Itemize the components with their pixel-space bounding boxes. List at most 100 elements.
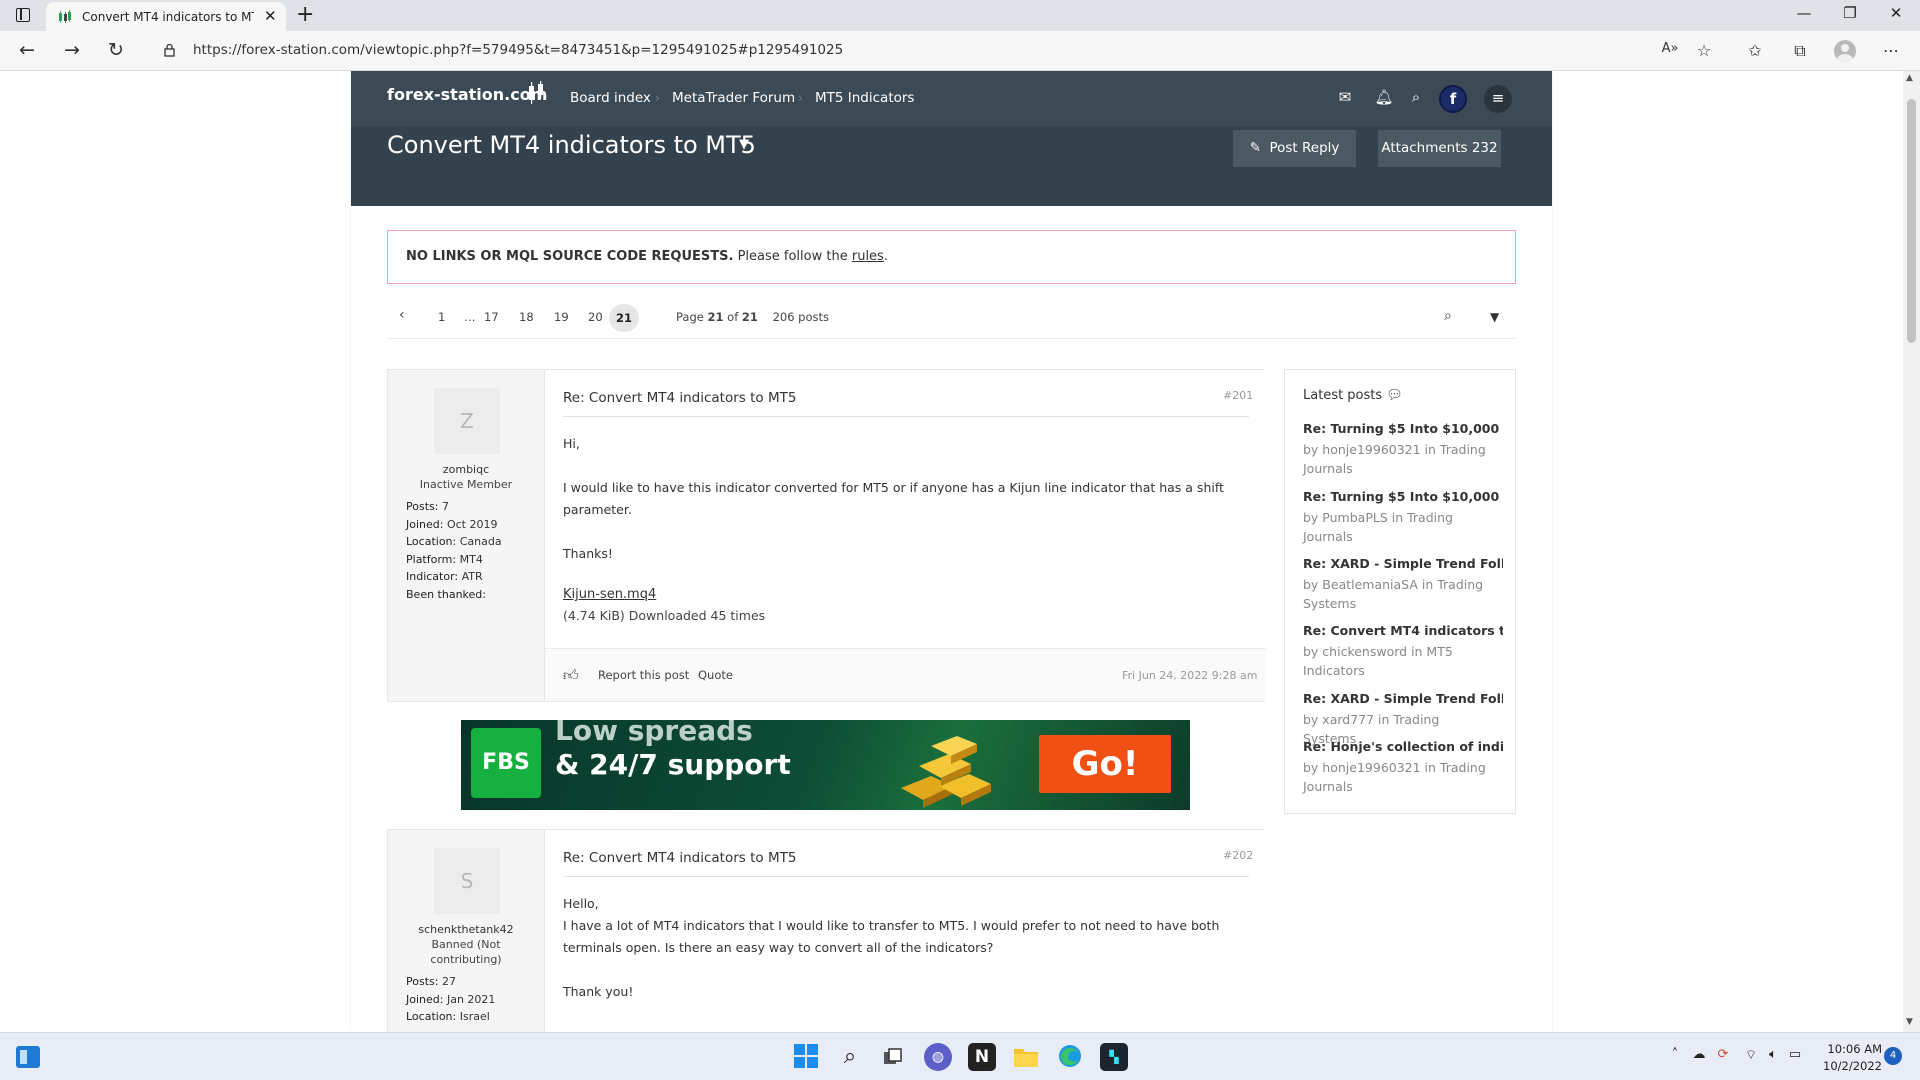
avatar[interactable]: S bbox=[434, 848, 500, 914]
onedrive-icon[interactable]: ☁︎ bbox=[1690, 1047, 1708, 1062]
search-topic-icon[interactable]: ⌕ bbox=[1444, 308, 1452, 324]
envelope-icon[interactable]: ✉ bbox=[1335, 88, 1355, 106]
fbs-ad-banner[interactable]: FBS Low spreads & 24/7 support Go! bbox=[461, 720, 1190, 810]
post-title[interactable]: Re: Convert MT4 indicators to MT5 bbox=[563, 850, 796, 866]
battery-icon[interactable]: ▭ bbox=[1786, 1047, 1804, 1062]
latest-post-link[interactable]: Re: Turning $5 Into $10,000 I... bbox=[1303, 421, 1503, 436]
ad-go-button[interactable]: Go! bbox=[1039, 735, 1171, 793]
nav-mt5-indicators[interactable]: MT5 Indicators bbox=[815, 90, 914, 106]
post-date: Fri Jun 24, 2022 9:28 am bbox=[1122, 669, 1258, 682]
filter-icon[interactable]: ▼ bbox=[1490, 310, 1499, 324]
notice-bold: NO LINKS OR MQL SOURCE CODE REQUESTS. bbox=[406, 249, 734, 264]
task-view-icon[interactable] bbox=[878, 1043, 906, 1071]
edge-browser-icon[interactable] bbox=[1056, 1043, 1084, 1071]
post-text-line: I would like to have this indicator conv… bbox=[563, 480, 1224, 495]
thumbs-up-icon[interactable]: 👍︎ bbox=[563, 666, 579, 685]
quote-link[interactable]: Quote bbox=[698, 668, 733, 682]
latest-post-meta: by PumbaPLS in Trading Journals bbox=[1303, 510, 1453, 544]
favorites-icon[interactable]: ✩ bbox=[1744, 41, 1766, 60]
latest-post-link[interactable]: Re: XARD - Simple Trend Foll... bbox=[1303, 691, 1503, 706]
page-link-17[interactable]: 17 bbox=[484, 310, 499, 324]
scroll-down-icon[interactable]: ▼ bbox=[1906, 1017, 1913, 1027]
lock-icon[interactable] bbox=[164, 43, 175, 57]
scroll-up-icon[interactable]: ▲ bbox=[1906, 73, 1913, 83]
post-title[interactable]: Re: Convert MT4 indicators to MT5 bbox=[563, 390, 796, 406]
post-text-line: Hi, bbox=[563, 436, 580, 451]
update-icon[interactable]: ⟳ bbox=[1714, 1047, 1732, 1062]
latest-post-link[interactable]: Re: Turning $5 Into $10,000 I... bbox=[1303, 489, 1503, 504]
page-link-1[interactable]: 1 bbox=[438, 310, 445, 324]
add-favorite-icon[interactable]: ☆ bbox=[1693, 41, 1715, 60]
field-value[interactable]: 27 bbox=[442, 975, 456, 988]
close-tab-icon[interactable]: ✕ bbox=[264, 7, 277, 25]
clock-time[interactable]: 10:06 AM bbox=[1810, 1042, 1882, 1056]
notification-badge[interactable]: 4 bbox=[1884, 1047, 1902, 1065]
bell-icon[interactable]: 🔔︎ bbox=[1374, 88, 1394, 106]
site-logo[interactable]: forex-station.com bbox=[387, 85, 547, 104]
attachment-meta: (4.74 KiB) Downloaded 45 times bbox=[563, 608, 766, 623]
field-label: Joined: bbox=[406, 518, 444, 531]
read-aloud-icon[interactable]: A» bbox=[1659, 41, 1681, 56]
breadcrumb-separator: › bbox=[655, 91, 660, 105]
search-icon[interactable]: ⌕ bbox=[1406, 88, 1426, 106]
latest-post-link[interactable]: Re: XARD - Simple Trend Foll... bbox=[1303, 556, 1503, 571]
scroll-thumb[interactable] bbox=[1907, 99, 1916, 343]
latest-post-link[interactable]: Re: Honje's collection of indic... bbox=[1303, 739, 1503, 754]
post-reply-button[interactable]: ✎ Post Reply bbox=[1233, 130, 1356, 167]
topic-dropdown-icon[interactable]: ▼ bbox=[739, 137, 749, 152]
widgets-icon[interactable] bbox=[16, 1046, 40, 1068]
attachments-button[interactable]: Attachments 232 bbox=[1378, 130, 1501, 167]
attachment-link[interactable]: Kijun-sen.mq4 bbox=[563, 587, 656, 602]
page-link-20[interactable]: 20 bbox=[588, 310, 603, 324]
forward-icon[interactable]: → bbox=[60, 39, 84, 61]
file-explorer-icon[interactable] bbox=[1012, 1043, 1040, 1071]
post-reply-label: Post Reply bbox=[1269, 140, 1340, 156]
page-link-18[interactable]: 18 bbox=[519, 310, 534, 324]
volume-icon[interactable]: 🔈︎ bbox=[1764, 1047, 1782, 1062]
menu-icon[interactable]: ≡ bbox=[1484, 85, 1512, 113]
post-number[interactable]: #201 bbox=[1223, 389, 1253, 402]
profile-platform: Platform: MT4 bbox=[406, 553, 483, 566]
username[interactable]: schenkthetank42 bbox=[388, 923, 544, 936]
profile-avatar[interactable] bbox=[1834, 40, 1856, 62]
avatar[interactable]: Z bbox=[434, 388, 500, 454]
notion-icon[interactable]: N bbox=[968, 1043, 996, 1071]
username[interactable]: zombiqc bbox=[388, 463, 544, 476]
tab-actions-icon[interactable] bbox=[16, 8, 30, 22]
minimize-icon[interactable]: — bbox=[1794, 4, 1814, 22]
new-tab-icon[interactable]: + bbox=[296, 2, 314, 27]
post-content: Re: Convert MT4 indicators to MT5 #201 H… bbox=[544, 370, 1266, 701]
field-value[interactable]: 7 bbox=[442, 500, 449, 513]
clock-date[interactable]: 10/2/2022 bbox=[1810, 1059, 1882, 1073]
profile-location: Location: Canada bbox=[406, 535, 502, 548]
report-post-link[interactable]: Report this post bbox=[598, 668, 689, 682]
taskbar-search-icon[interactable]: ⌕ bbox=[836, 1043, 864, 1071]
nav-metatrader-forum[interactable]: MetaTrader Forum bbox=[672, 90, 795, 106]
close-window-icon[interactable]: ✕ bbox=[1886, 4, 1906, 22]
user-avatar[interactable]: f bbox=[1439, 85, 1467, 113]
wifi-icon[interactable]: ⌔ bbox=[1742, 1047, 1760, 1063]
post-number[interactable]: #202 bbox=[1223, 849, 1253, 862]
back-icon[interactable]: ← bbox=[15, 39, 39, 61]
nav-board-index[interactable]: Board index bbox=[570, 90, 651, 106]
page-viewport: forex-station.com Board index › MetaTrad… bbox=[0, 71, 1903, 1032]
page-scrollbar[interactable]: ▲ ▼ bbox=[1903, 71, 1920, 1032]
rules-link[interactable]: rules bbox=[852, 249, 884, 264]
restore-icon[interactable]: ❐ bbox=[1840, 4, 1860, 22]
tray-overflow-icon[interactable]: ˄ bbox=[1666, 1047, 1684, 1062]
site-favicon-icon bbox=[59, 10, 71, 23]
start-icon[interactable] bbox=[792, 1043, 820, 1071]
browser-tab[interactable]: Convert MT4 indicators to MT5 · ✕ bbox=[46, 2, 286, 31]
latest-post-link[interactable]: Re: Convert MT4 indicators t... bbox=[1303, 623, 1503, 638]
collections-icon[interactable]: ⧉ bbox=[1789, 41, 1811, 61]
profile-posts: Posts: 7 bbox=[406, 500, 449, 513]
more-options-icon[interactable]: ⋯ bbox=[1880, 41, 1902, 60]
sidebar-title-text: Latest posts bbox=[1303, 388, 1383, 403]
chat-icon[interactable]: ◍ bbox=[924, 1043, 952, 1071]
terminal-app-icon[interactable]: ▚ bbox=[1100, 1043, 1128, 1071]
url-input[interactable]: https://forex-station.com/viewtopic.php?… bbox=[193, 42, 843, 58]
page-link-19[interactable]: 19 bbox=[554, 310, 569, 324]
previous-page-icon[interactable]: ‹ bbox=[399, 307, 405, 323]
reload-icon[interactable]: ↻ bbox=[104, 39, 128, 61]
field-label: Posts: bbox=[406, 500, 439, 513]
